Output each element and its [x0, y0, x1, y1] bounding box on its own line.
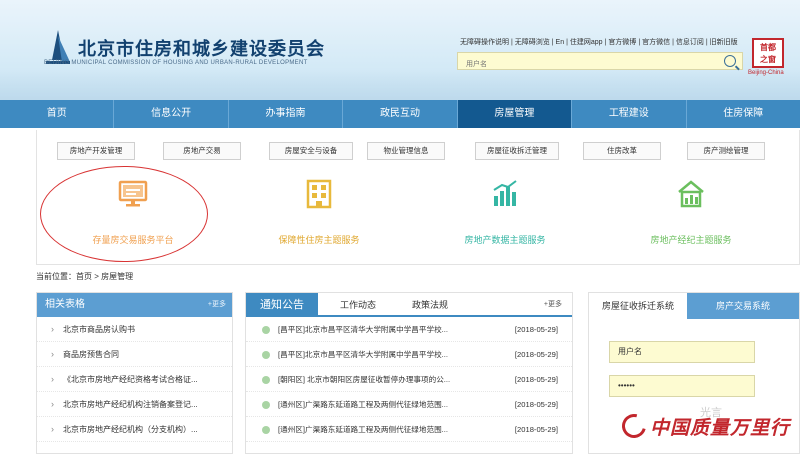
search-icon[interactable]	[724, 55, 736, 67]
site-subtitle: BEIJING MUNICIPAL COMMISSION OF HOUSING …	[44, 60, 308, 66]
news-date: [2018-05-29]	[514, 325, 558, 334]
top-link-accessibility-guide[interactable]: 无障碍操作说明	[460, 39, 509, 46]
tab-notices[interactable]: 通知公告	[246, 293, 318, 317]
news-title[interactable]: [朝阳区] 北京市朝阳区房屋征收暂停办理事项的公...	[278, 367, 478, 392]
system-tabs: 房屋征收拆迁系统 房产交易系统	[589, 293, 799, 319]
submenu-property-management[interactable]: 物业管理信息	[367, 142, 445, 160]
announcements-tabs: 通知公告 工作动态 政策法规 +更多	[246, 293, 572, 317]
seal-text-line2: 之窗	[760, 55, 776, 64]
related-forms-more-link[interactable]: +更多	[208, 293, 226, 317]
top-link-wechat[interactable]: 官方微信	[642, 39, 670, 46]
seal-caption: Beijing-China	[748, 70, 784, 76]
list-item[interactable]: 《北京市房地产经纪资格考试合格证...	[37, 367, 232, 392]
top-link-english[interactable]: En	[556, 39, 565, 46]
bullet-dot-icon	[262, 326, 270, 334]
nav-item-interaction[interactable]: 政民互动	[343, 100, 458, 128]
watermark-faint-text: 光言	[700, 407, 722, 419]
breadcrumb: 当前位置：首页 > 房屋管理	[36, 272, 134, 281]
top-link-old-version[interactable]: 旧新旧版	[710, 39, 738, 46]
submenu-real-estate-trade[interactable]: 房地产交易	[163, 142, 241, 160]
news-title[interactable]: [通州区]广渠路东延道路工程及两侧代征绿地范围...	[278, 392, 478, 417]
related-forms-title: 相关表格	[45, 299, 85, 310]
table-row[interactable]: [昌平区]北京市昌平区清华大学附属中学昌平学校... [2018-05-29]	[246, 342, 572, 367]
seal-text-line1: 首都	[760, 43, 776, 52]
feature-label: 保障性住房主题服务	[278, 235, 360, 245]
news-date: [2018-05-29]	[514, 350, 558, 359]
nav-item-info-disclosure[interactable]: 信息公开	[114, 100, 229, 128]
nav-item-housing-management[interactable]: 房屋管理	[457, 100, 573, 128]
main-nav: 首页 信息公开 办事指南 政民互动 房屋管理 工程建设 住房保障	[0, 100, 800, 128]
tab-policies[interactable]: 政策法规	[398, 293, 462, 317]
news-title[interactable]: [通州区]广渠路东延道路工程及两侧代征绿地范围...	[278, 417, 478, 442]
nav-item-home[interactable]: 首页	[0, 100, 115, 128]
top-link-app[interactable]: 住建网app	[570, 39, 603, 46]
announcements-panel: 通知公告 工作动态 政策法规 +更多 [昌平区]北京市昌平区清华大学附属中学昌平…	[245, 292, 573, 454]
bullet-dot-icon	[262, 401, 270, 409]
submenu-real-estate-development[interactable]: 房地产开发管理	[57, 142, 135, 160]
table-row[interactable]: [通州区]广渠路东延道路工程及两侧代征绿地范围... [2018-05-29]	[246, 417, 572, 442]
news-title[interactable]: [昌平区]北京市昌平区清华大学附属中学昌平学校...	[278, 342, 478, 367]
capital-window-seal[interactable]: 首都 之窗	[752, 38, 784, 68]
nav-item-service-guide[interactable]: 办事指南	[229, 100, 344, 128]
submenu-property-surveying[interactable]: 房产测绘管理	[687, 142, 765, 160]
bullet-dot-icon	[262, 351, 270, 359]
search-input[interactable]	[458, 56, 708, 73]
site-header: 北京市住房和城乡建设委员会 BEIJING MUNICIPAL COMMISSI…	[0, 0, 800, 100]
header-skyline-decoration	[0, 70, 800, 100]
list-item[interactable]: 商品房预售合同	[37, 342, 232, 367]
news-date: [2018-05-29]	[514, 375, 558, 384]
news-date: [2018-05-29]	[514, 400, 558, 409]
tab-demolition-system[interactable]: 房屋征收拆迁系统	[589, 293, 687, 319]
feature-label: 房地产经纪主题服务	[650, 235, 732, 245]
top-link-weibo[interactable]: 官方微博	[608, 39, 636, 46]
search-box	[457, 52, 743, 73]
password-field[interactable]: ••••••	[609, 375, 755, 397]
table-row[interactable]: [昌平区]北京市昌平区清华大学附属中学昌平学校... [2018-05-29]	[246, 317, 572, 342]
bullet-dot-icon	[262, 376, 270, 384]
top-link-accessibility-browse[interactable]: 无障碍浏览	[515, 39, 550, 46]
related-forms-panel: 相关表格 +更多 北京市商品房认购书 商品房预售合同 《北京市房地产经纪资格考试…	[36, 292, 233, 454]
red-highlight-circle	[40, 166, 208, 262]
tab-trade-system[interactable]: 房产交易系统	[693, 293, 793, 319]
bar-chart-icon	[493, 180, 517, 206]
building-icon	[306, 179, 332, 209]
related-forms-header: 相关表格 +更多	[37, 293, 232, 317]
watermark-logo-icon	[617, 409, 651, 443]
submenu-housing-safety[interactable]: 房屋安全与设备	[269, 142, 353, 160]
feature-affordable-housing[interactable]: 保障性住房主题服务	[249, 178, 389, 246]
announcements-more-link[interactable]: +更多	[544, 293, 562, 317]
list-item[interactable]: 北京市房地产经纪机构（分支机构）...	[37, 417, 232, 442]
site-title[interactable]: 北京市住房和城乡建设委员会	[78, 35, 325, 61]
table-row[interactable]: [通州区]广渠路东延道路工程及两侧代征绿地范围... [2018-05-29]	[246, 392, 572, 417]
top-link-subscribe[interactable]: 信息订阅	[676, 39, 704, 46]
username-field[interactable]: 用户名	[609, 341, 755, 363]
table-row[interactable]: [朝阳区] 北京市朝阳区房屋征收暂停办理事项的公... [2018-05-29]	[246, 367, 572, 392]
list-item[interactable]: 北京市房地产经纪机构注销备案登记...	[37, 392, 232, 417]
feature-label: 房地产数据主题服务	[464, 235, 546, 245]
submenu-housing-reform[interactable]: 住房改革	[583, 142, 661, 160]
submenu-demolition-management[interactable]: 房屋征收拆迁管理	[475, 142, 559, 160]
bullet-dot-icon	[262, 426, 270, 434]
feature-real-estate-brokerage[interactable]: 房地产经纪主题服务	[621, 178, 761, 246]
nav-item-housing-security[interactable]: 住房保障	[687, 100, 800, 128]
house-chart-icon	[678, 180, 704, 208]
tab-work-news[interactable]: 工作动态	[326, 293, 390, 317]
news-date: [2018-05-29]	[514, 425, 558, 434]
list-item[interactable]: 北京市商品房认购书	[37, 317, 232, 342]
top-links: 无障碍操作说明 | 无障碍浏览 | En | 住建网app | 官方微博 | 官方微信 | …	[460, 39, 738, 46]
feature-real-estate-data[interactable]: 房地产数据主题服务	[435, 178, 575, 246]
news-title[interactable]: [昌平区]北京市昌平区清华大学附属中学昌平学校...	[278, 317, 478, 342]
nav-item-construction[interactable]: 工程建设	[572, 100, 687, 128]
